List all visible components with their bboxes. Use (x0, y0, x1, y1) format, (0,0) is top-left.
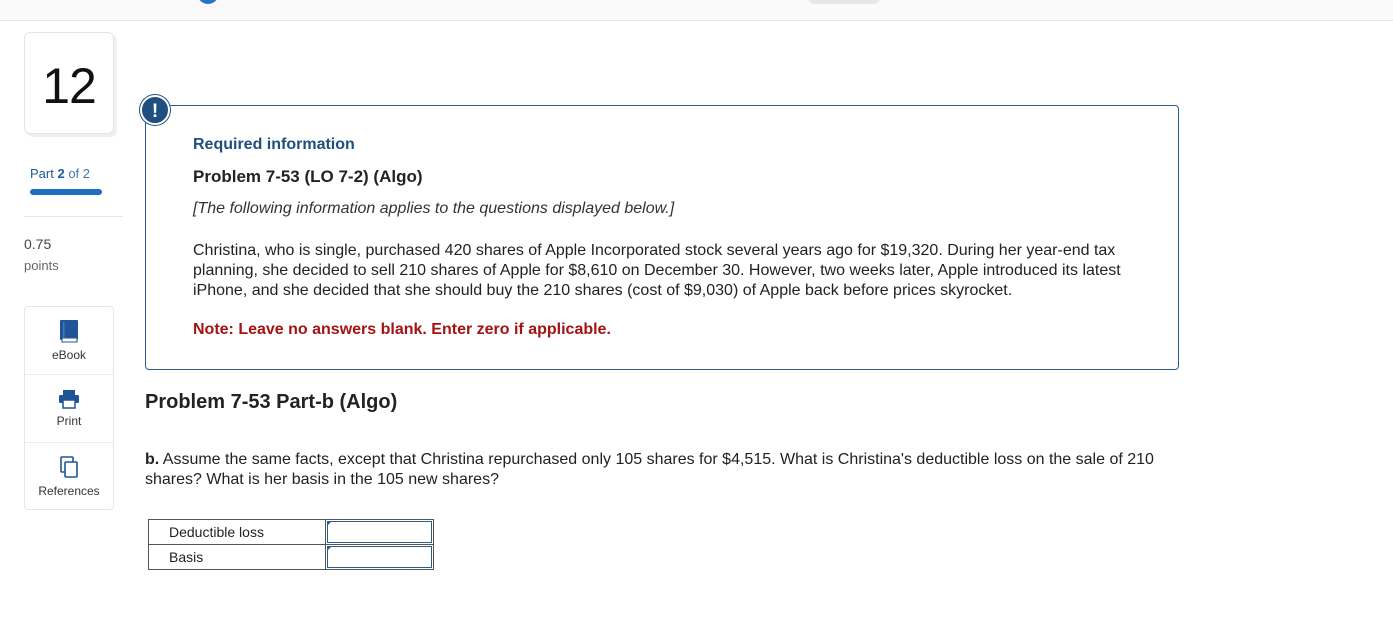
top-bar (0, 0, 1393, 21)
part-progress-bar (30, 189, 102, 195)
deductible-loss-cell (325, 519, 434, 545)
table-row: Deductible loss (148, 519, 434, 545)
note-text: Note: Leave no answers blank. Enter zero… (193, 321, 611, 338)
deductible-loss-input[interactable] (327, 521, 432, 543)
question-body: Assume the same facts, except that Chris… (145, 451, 1154, 488)
sidebar-divider (24, 216, 123, 217)
basis-input[interactable] (327, 546, 432, 568)
references-button[interactable]: References (25, 455, 113, 498)
tools-divider (25, 374, 113, 375)
ebook-label: eBook (51, 348, 87, 362)
tools-panel: eBook Print References (24, 306, 114, 510)
basis-cell (325, 544, 434, 570)
points-label: points (24, 258, 59, 273)
tools-divider (25, 442, 113, 443)
points-value: 0.75 (24, 236, 52, 252)
print-icon (59, 390, 79, 409)
ebook-icon (60, 320, 78, 343)
part-of: of 2 (68, 166, 91, 181)
top-bar-pill[interactable] (806, 0, 882, 4)
question-number: 12 (42, 58, 97, 114)
part-label: Part (30, 166, 54, 181)
basis-label: Basis (148, 544, 326, 570)
deductible-loss-label: Deductible loss (148, 519, 326, 545)
problem-title: Problem 7-53 (LO 7-2) (Algo) (193, 167, 423, 186)
ebook-button[interactable]: eBook (25, 319, 113, 362)
required-information-box: Required information Problem 7-53 (LO 7-… (145, 105, 1179, 370)
question-text: b. Assume the same facts, except that Ch… (145, 450, 1185, 490)
references-label: References (38, 484, 100, 498)
top-bar-indicator (197, 0, 219, 4)
alert-icon: ! (140, 95, 170, 125)
question-number-card: 12 (24, 32, 114, 134)
question-prefix: b. (145, 451, 160, 468)
part-indicator: Part 2 of 2 (30, 166, 90, 181)
print-label: Print (56, 414, 82, 428)
cell-flag-icon (327, 521, 332, 526)
references-icon (60, 456, 78, 478)
cell-flag-icon (327, 546, 332, 551)
answer-table: Deductible loss Basis (148, 519, 434, 570)
required-info-heading: Required information (193, 136, 355, 153)
part-heading: Problem 7-53 Part-b (Algo) (145, 391, 398, 413)
scenario-text: Christina, who is single, purchased 420 … (193, 242, 1121, 299)
print-button[interactable]: Print (25, 389, 113, 428)
table-row: Basis (148, 544, 434, 570)
following-info-text: [The following information applies to th… (193, 200, 675, 217)
part-current: 2 (57, 166, 65, 181)
